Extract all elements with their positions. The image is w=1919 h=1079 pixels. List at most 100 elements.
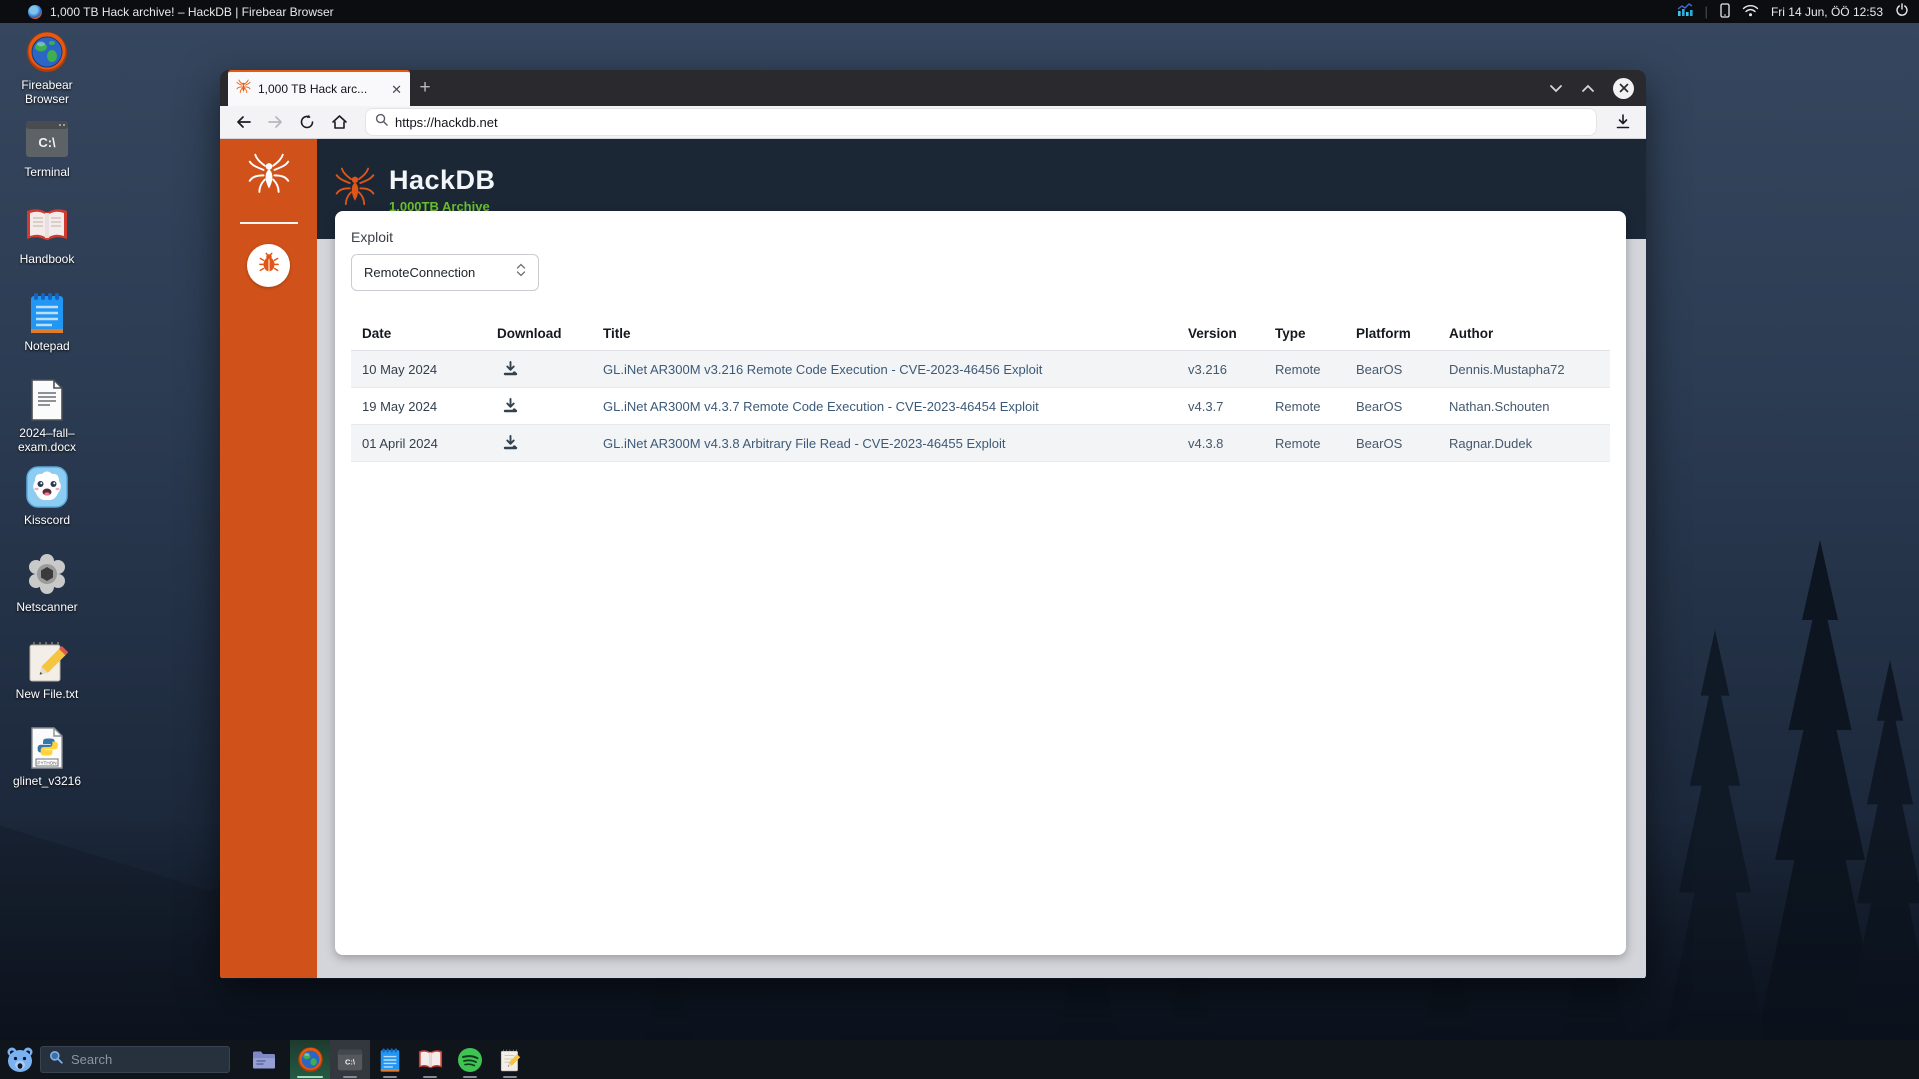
phone-icon[interactable]: [1720, 3, 1730, 21]
clock-label[interactable]: Fri 14 Jun, ÖÖ 12:53: [1771, 5, 1883, 19]
page-viewport: HackDB 1.000TB Archive Exploit RemoteCon…: [220, 139, 1646, 978]
taskbar-app-handbook[interactable]: [410, 1040, 450, 1079]
cell-author: Nathan.Schouten: [1438, 399, 1610, 414]
taskbar-app-notepad[interactable]: [370, 1040, 410, 1079]
desktop-icon-kisscord[interactable]: Kisscord: [4, 464, 90, 551]
svg-text:C:\: C:\: [38, 135, 56, 150]
download-icon[interactable]: [486, 361, 592, 377]
col-header-date: Date: [351, 326, 486, 341]
desktop-icons: Fireabear Browser C:\ Terminal Handbook …: [4, 29, 90, 812]
search-icon: [49, 1050, 63, 1069]
browser-window: 1,000 TB Hack arc... ✕ +: [220, 70, 1646, 979]
forward-icon[interactable]: [262, 109, 288, 135]
taskbar-app-notes[interactable]: [490, 1040, 530, 1079]
taskbar-search[interactable]: [40, 1046, 230, 1073]
desktop-icon-fireabear-browser[interactable]: Fireabear Browser: [4, 29, 90, 116]
running-indicator: [297, 1076, 323, 1078]
desktop-icon-label: 2024–fall–exam.docx: [4, 426, 90, 454]
cell-platform: BearOS: [1345, 362, 1438, 377]
desktop-icon-label: Handbook: [20, 252, 75, 266]
taskbar: C:\: [0, 1040, 1919, 1079]
col-header-download: Download: [486, 326, 592, 341]
tab-title: 1,000 TB Hack arc...: [258, 82, 384, 96]
exploit-type-select[interactable]: RemoteConnection: [351, 254, 539, 291]
browser-toolbar: [220, 106, 1646, 139]
python-badge-text: PYTHON: [37, 761, 56, 766]
exploit-title-link[interactable]: GL.iNet AR300M v4.3.7 Remote Code Execut…: [592, 399, 1177, 414]
power-icon[interactable]: [1895, 3, 1909, 20]
back-icon[interactable]: [230, 109, 256, 135]
col-header-version: Version: [1177, 326, 1264, 341]
cell-author: Ragnar.Dudek: [1438, 436, 1610, 451]
browser-tab[interactable]: 1,000 TB Hack arc... ✕: [228, 70, 410, 106]
terminal-icon: C:\: [24, 116, 70, 162]
active-window-title: 1,000 TB Hack archive! – HackDB | Firebe…: [50, 5, 334, 19]
bug-icon: [258, 252, 280, 279]
page-title: HackDB: [389, 165, 496, 196]
desktop-icon-label: New File.txt: [16, 687, 79, 701]
exploit-title-link[interactable]: GL.iNet AR300M v3.216 Remote Code Execut…: [592, 362, 1177, 377]
taskbar-app-terminal[interactable]: C:\: [330, 1040, 370, 1079]
running-indicator: [383, 1076, 397, 1078]
wifi-icon[interactable]: [1742, 4, 1759, 20]
table-header-row: Date Download Title Version Type Platfor…: [351, 317, 1610, 351]
file-manager-icon[interactable]: [246, 1050, 282, 1070]
desktop-icon-label: Terminal: [24, 165, 69, 179]
col-header-title: Title: [592, 326, 1177, 341]
exploit-filter-label: Exploit: [351, 229, 1610, 245]
desktop-icon-label: Fireabear Browser: [4, 78, 90, 106]
desktop-icon-label: Kisscord: [24, 513, 70, 527]
running-indicator: [463, 1076, 477, 1078]
url-bar[interactable]: [366, 109, 1596, 135]
notepad-icon: [24, 290, 70, 336]
new-tab-button[interactable]: +: [410, 70, 440, 106]
chevron-up-icon[interactable]: [1581, 84, 1595, 93]
taskbar-search-input[interactable]: [71, 1052, 211, 1067]
taskbar-app-spotify[interactable]: [450, 1040, 490, 1079]
desktop-icon-netscanner[interactable]: Netscanner: [4, 551, 90, 638]
url-input[interactable]: [395, 115, 1587, 130]
close-icon[interactable]: [1613, 78, 1634, 99]
site-sidebar: [220, 139, 317, 978]
desktop-icon-notepad[interactable]: Notepad: [4, 290, 90, 377]
desktop-icon-label: Notepad: [24, 339, 69, 353]
cell-date: 01 April 2024: [351, 436, 486, 451]
desktop-icon-glinet-python[interactable]: PYTHON glinet_v3216: [4, 725, 90, 812]
browser-titlebar[interactable]: 1,000 TB Hack arc... ✕ +: [220, 70, 1646, 106]
content-card: Exploit RemoteConnection Date Download T…: [335, 211, 1626, 955]
firebear-globe-icon: [28, 5, 42, 19]
table-row: 19 May 2024 GL.iNet AR300M v4.3.7 Remote…: [351, 388, 1610, 425]
desktop-icon-handbook[interactable]: Handbook: [4, 203, 90, 290]
desktop-icon-label: Netscanner: [16, 600, 77, 614]
top-menubar: 1,000 TB Hack archive! – HackDB | Firebe…: [0, 0, 1919, 23]
sidebar-item-exploits[interactable]: [247, 244, 290, 287]
tray-separator: |: [1705, 4, 1708, 19]
col-header-type: Type: [1264, 326, 1345, 341]
chevron-updown-icon: [516, 263, 526, 282]
stats-chart-icon[interactable]: [1677, 3, 1693, 20]
terminal-label: C:\: [345, 1057, 356, 1066]
cell-author: Dennis.Mustapha72: [1438, 362, 1610, 377]
col-header-author: Author: [1438, 326, 1610, 341]
home-icon[interactable]: [326, 109, 352, 135]
downloads-icon[interactable]: [1610, 109, 1636, 135]
table-row: 01 April 2024 GL.iNet AR300M v4.3.8 Arbi…: [351, 425, 1610, 462]
desktop-icon-exam-docx[interactable]: 2024–fall–exam.docx: [4, 377, 90, 464]
tab-close-icon[interactable]: ✕: [391, 83, 402, 96]
chevron-down-icon[interactable]: [1549, 84, 1563, 93]
desktop-icon-terminal[interactable]: C:\ Terminal: [4, 116, 90, 203]
cell-version: v4.3.7: [1177, 399, 1264, 414]
start-menu-bear-icon[interactable]: [0, 1046, 40, 1074]
download-icon[interactable]: [486, 435, 592, 451]
site-main: HackDB 1.000TB Archive Exploit RemoteCon…: [317, 139, 1646, 978]
download-icon[interactable]: [486, 398, 592, 414]
exploit-title-link[interactable]: GL.iNet AR300M v4.3.8 Arbitrary File Rea…: [592, 436, 1177, 451]
desktop-icon-new-file[interactable]: New File.txt: [4, 638, 90, 725]
reload-icon[interactable]: [294, 109, 320, 135]
cell-version: v3.216: [1177, 362, 1264, 377]
netscanner-gear-icon: [24, 551, 70, 597]
spider-logo-icon: [334, 166, 376, 213]
firebear-globe-icon: [24, 29, 70, 75]
cell-type: Remote: [1264, 362, 1345, 377]
taskbar-app-firebear-browser[interactable]: [290, 1040, 330, 1079]
